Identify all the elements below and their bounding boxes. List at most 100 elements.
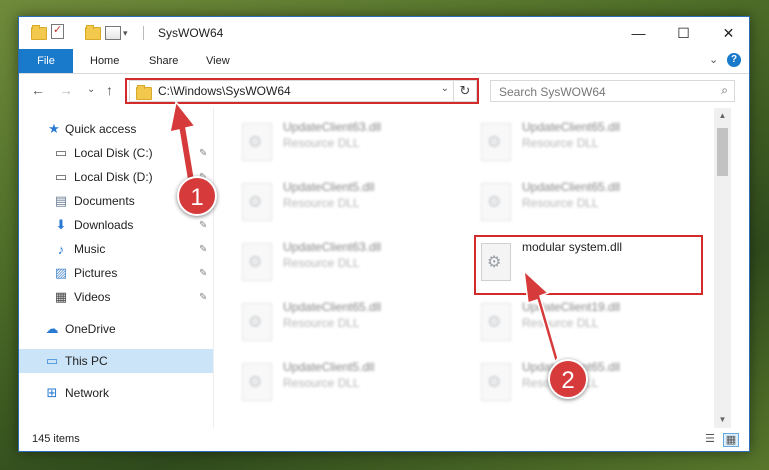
new-folder-icon[interactable] xyxy=(85,24,101,41)
file-type: Resource DLL xyxy=(522,196,599,210)
sidebar-item-label: Network xyxy=(65,386,110,400)
qat-dropdown-icon[interactable]: ▾ xyxy=(123,25,128,41)
sidebar-item-label: Documents xyxy=(74,194,135,208)
minimize-button[interactable]: — xyxy=(616,17,661,49)
tab-file[interactable]: File xyxy=(19,49,73,73)
vertical-scrollbar[interactable]: ▲ ▼ xyxy=(714,108,731,428)
scroll-down-icon[interactable]: ▼ xyxy=(714,412,731,428)
dll-file-icon: ⚙ xyxy=(242,183,272,221)
file-tile[interactable]: ⚙ UpdateClient5.dll Resource DLL xyxy=(236,177,461,227)
dll-file-icon: ⚙ xyxy=(242,363,272,401)
file-name: UpdateClient65.dll xyxy=(522,180,621,194)
recent-locations-button[interactable]: ⌄ xyxy=(87,84,95,95)
file-name: UpdateClient63.dll xyxy=(283,120,382,134)
close-button[interactable]: ✕ xyxy=(706,17,749,49)
file-name: UpdateClient5.dll xyxy=(283,180,375,194)
music-icon: ♪ xyxy=(57,241,65,257)
title-divider xyxy=(143,26,144,40)
search-box[interactable]: ⌕ xyxy=(490,80,735,102)
cloud-icon: ☁ xyxy=(45,321,59,336)
folder-icon[interactable] xyxy=(31,24,47,41)
back-button[interactable]: ← xyxy=(31,82,45,98)
title-bar: ▾ SysWOW64 — ☐ ✕ xyxy=(19,17,749,49)
file-name: UpdateClient63.dll xyxy=(283,240,382,254)
documents-icon: ▤ xyxy=(54,193,68,208)
pin-icon: ✎ xyxy=(199,147,208,159)
dll-file-icon: ⚙ xyxy=(481,123,511,161)
pin-icon: ✎ xyxy=(199,291,208,303)
file-highlight xyxy=(474,235,703,295)
file-tile[interactable]: ⚙ UpdateClient65.dll Resource DLL xyxy=(236,297,461,347)
drive-icon: ▭ xyxy=(54,169,68,184)
file-type: Resource DLL xyxy=(283,136,360,150)
file-tile[interactable]: ⚙ UpdateClient63.dll Resource DLL xyxy=(236,237,461,287)
step-2-badge: 2 xyxy=(548,359,588,399)
sidebar-item-videos[interactable]: ▦ Videos ✎ xyxy=(19,285,213,309)
tab-home[interactable]: Home xyxy=(90,49,119,73)
sidebar-item-label: This PC xyxy=(65,354,108,368)
large-icons-view-icon[interactable]: ▦ xyxy=(723,433,739,447)
sidebar-item-label: Local Disk (D:) xyxy=(74,170,153,184)
file-tile[interactable]: ⚙ UpdateClient65.dll Resource DLL xyxy=(475,117,700,167)
file-type: Resource DLL xyxy=(283,316,360,330)
sidebar-item-label: Music xyxy=(74,242,106,256)
sidebar-item-music[interactable]: ♪ Music ✎ xyxy=(19,237,213,261)
sidebar-item-local-disk-c[interactable]: ▭ Local Disk (C:) ✎ xyxy=(19,141,213,165)
navigation-pane: ★ Quick access ▭ Local Disk (C:) ✎ ▭ Loc… xyxy=(19,108,214,428)
sidebar-item-downloads[interactable]: ⬇ Downloads ✎ xyxy=(19,213,213,237)
maximize-button[interactable]: ☐ xyxy=(661,17,706,49)
item-count: 145 items xyxy=(32,433,80,445)
download-icon: ⬇ xyxy=(55,217,67,232)
search-input[interactable] xyxy=(497,83,711,101)
sidebar-item-label: Downloads xyxy=(74,218,134,232)
properties-check-icon[interactable] xyxy=(51,23,64,39)
sidebar-item-this-pc[interactable]: ▭ This PC xyxy=(19,349,213,373)
customize-toolbar-icon[interactable] xyxy=(105,25,121,41)
file-type: Resource DLL xyxy=(283,376,360,390)
computer-icon: ▭ xyxy=(45,353,59,368)
file-name: UpdateClient19.dll xyxy=(522,300,621,314)
drive-icon: ▭ xyxy=(54,145,68,160)
dll-file-icon: ⚙ xyxy=(481,303,511,341)
dll-file-icon: ⚙ xyxy=(242,303,272,341)
scroll-thumb[interactable] xyxy=(717,128,728,176)
sidebar-item-onedrive[interactable]: ☁ OneDrive xyxy=(19,317,213,341)
file-tile[interactable]: ⚙ UpdateClient19.dll Resource DLL xyxy=(475,297,700,347)
file-type: Resource DLL xyxy=(283,256,360,270)
sidebar-item-network[interactable]: ⊞ Network xyxy=(19,381,213,405)
search-icon[interactable]: ⌕ xyxy=(721,83,728,98)
sidebar-item-label: Local Disk (C:) xyxy=(74,146,153,160)
file-tile[interactable]: ⚙ UpdateClient63.dll Resource DLL xyxy=(236,117,461,167)
window-title: SysWOW64 xyxy=(158,26,224,40)
up-button[interactable]: ↑ xyxy=(106,82,113,98)
pin-icon: ✎ xyxy=(199,219,208,231)
tab-share[interactable]: Share xyxy=(149,49,178,73)
tab-view[interactable]: View xyxy=(206,49,230,73)
videos-icon: ▦ xyxy=(54,289,68,304)
pin-icon: ✎ xyxy=(199,243,208,255)
forward-button[interactable]: → xyxy=(59,82,73,98)
expand-ribbon-icon[interactable]: ⌄ xyxy=(709,53,718,66)
file-name: UpdateClient5.dll xyxy=(283,360,375,374)
dll-file-icon: ⚙ xyxy=(242,123,272,161)
help-icon[interactable]: ? xyxy=(727,53,741,67)
sidebar-item-label: Videos xyxy=(74,290,111,304)
details-view-icon[interactable]: ☰ xyxy=(703,433,717,445)
file-tile[interactable]: ⚙ UpdateClient5.dll Resource DLL xyxy=(236,357,461,407)
dll-file-icon: ⚙ xyxy=(242,243,272,281)
network-icon: ⊞ xyxy=(46,385,58,400)
scroll-up-icon[interactable]: ▲ xyxy=(714,108,731,124)
address-bar-highlight xyxy=(125,78,479,104)
sidebar-item-pictures[interactable]: ▨ Pictures ✎ xyxy=(19,261,213,285)
star-icon: ★ xyxy=(48,121,60,136)
file-type: Resource DLL xyxy=(522,136,599,150)
file-tile[interactable]: ⚙ UpdateClient65.dll Resource DLL xyxy=(475,177,700,227)
sidebar-item-quick-access[interactable]: ★ Quick access xyxy=(19,117,213,141)
sidebar-item-label: Pictures xyxy=(74,266,118,280)
ribbon-tabs: File Home Share View ⌄ ? xyxy=(19,49,749,74)
sidebar-item-label: OneDrive xyxy=(65,322,116,336)
pin-icon: ✎ xyxy=(199,267,208,279)
file-name: UpdateClient65.dll xyxy=(522,120,621,134)
sidebar-item-label: Quick access xyxy=(65,122,137,136)
pictures-icon: ▨ xyxy=(54,265,68,280)
